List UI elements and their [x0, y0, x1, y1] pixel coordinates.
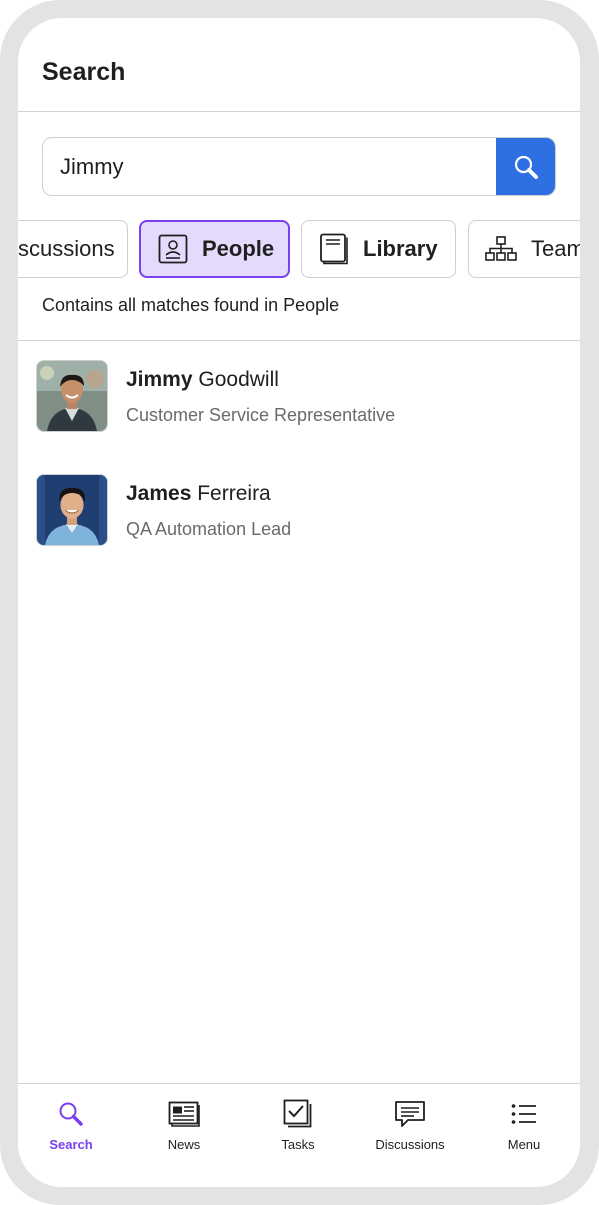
- search-icon: [514, 155, 538, 179]
- tab-label: Discussions: [375, 1137, 445, 1152]
- chip-team[interactable]: Team: [468, 220, 580, 278]
- person-title: QA Automation Lead: [126, 519, 292, 539]
- person-name: James Ferreira: [126, 482, 271, 506]
- tab-label: Tasks: [281, 1137, 315, 1152]
- search-bar: [42, 137, 556, 196]
- avatar: [36, 360, 108, 432]
- chip-label: People: [202, 236, 275, 261]
- tab-search[interactable]: Search: [18, 1084, 127, 1164]
- person-name: Jimmy Goodwill: [126, 368, 279, 392]
- tab-label: Menu: [507, 1137, 541, 1152]
- avatar: [36, 474, 108, 546]
- name-match: James: [126, 482, 192, 505]
- tasks-checkbox-icon: [283, 1099, 313, 1128]
- chip-label: scussions: [18, 236, 115, 261]
- header: Search: [18, 18, 580, 112]
- tab-news[interactable]: News: [128, 1084, 240, 1164]
- book-icon: [319, 233, 349, 265]
- org-chart-icon: [485, 236, 517, 262]
- person-title: Customer Service Representative: [126, 405, 396, 425]
- filter-description: Contains all matches found in People: [42, 295, 340, 315]
- chip-people[interactable]: People: [139, 220, 290, 278]
- search-button[interactable]: [496, 138, 555, 195]
- app-screen: Search scussions People: [18, 18, 580, 1187]
- chip-label: Team: [531, 236, 580, 261]
- list-item[interactable]: James Ferreira QA Automation Lead: [36, 474, 556, 546]
- name-rest: Goodwill: [192, 368, 279, 391]
- list-item[interactable]: Jimmy Goodwill Customer Service Represen…: [36, 360, 556, 432]
- tab-discussions[interactable]: Discussions: [354, 1084, 466, 1164]
- tab-tasks[interactable]: Tasks: [242, 1084, 354, 1164]
- newspaper-icon: [168, 1100, 200, 1128]
- name-rest: Ferreira: [191, 482, 271, 505]
- tab-label: News: [167, 1137, 201, 1152]
- divider: [18, 340, 580, 341]
- chat-bubble-icon: [394, 1100, 426, 1128]
- page-title: Search: [42, 58, 126, 86]
- list-menu-icon: [511, 1100, 537, 1128]
- chip-discussions[interactable]: scussions: [18, 220, 128, 278]
- name-match: Jimmy: [126, 368, 193, 391]
- search-input[interactable]: [43, 138, 483, 195]
- chip-label: Library: [363, 236, 438, 261]
- filter-chips: scussions People Library Team: [18, 220, 580, 280]
- tab-label: Search: [49, 1137, 93, 1152]
- bottom-tab-bar: Search News Tasks Discussions Menu: [18, 1083, 580, 1187]
- chip-library[interactable]: Library: [301, 220, 456, 278]
- tab-menu[interactable]: Menu: [468, 1084, 580, 1164]
- search-icon: [58, 1100, 84, 1128]
- person-card-icon: [158, 234, 188, 264]
